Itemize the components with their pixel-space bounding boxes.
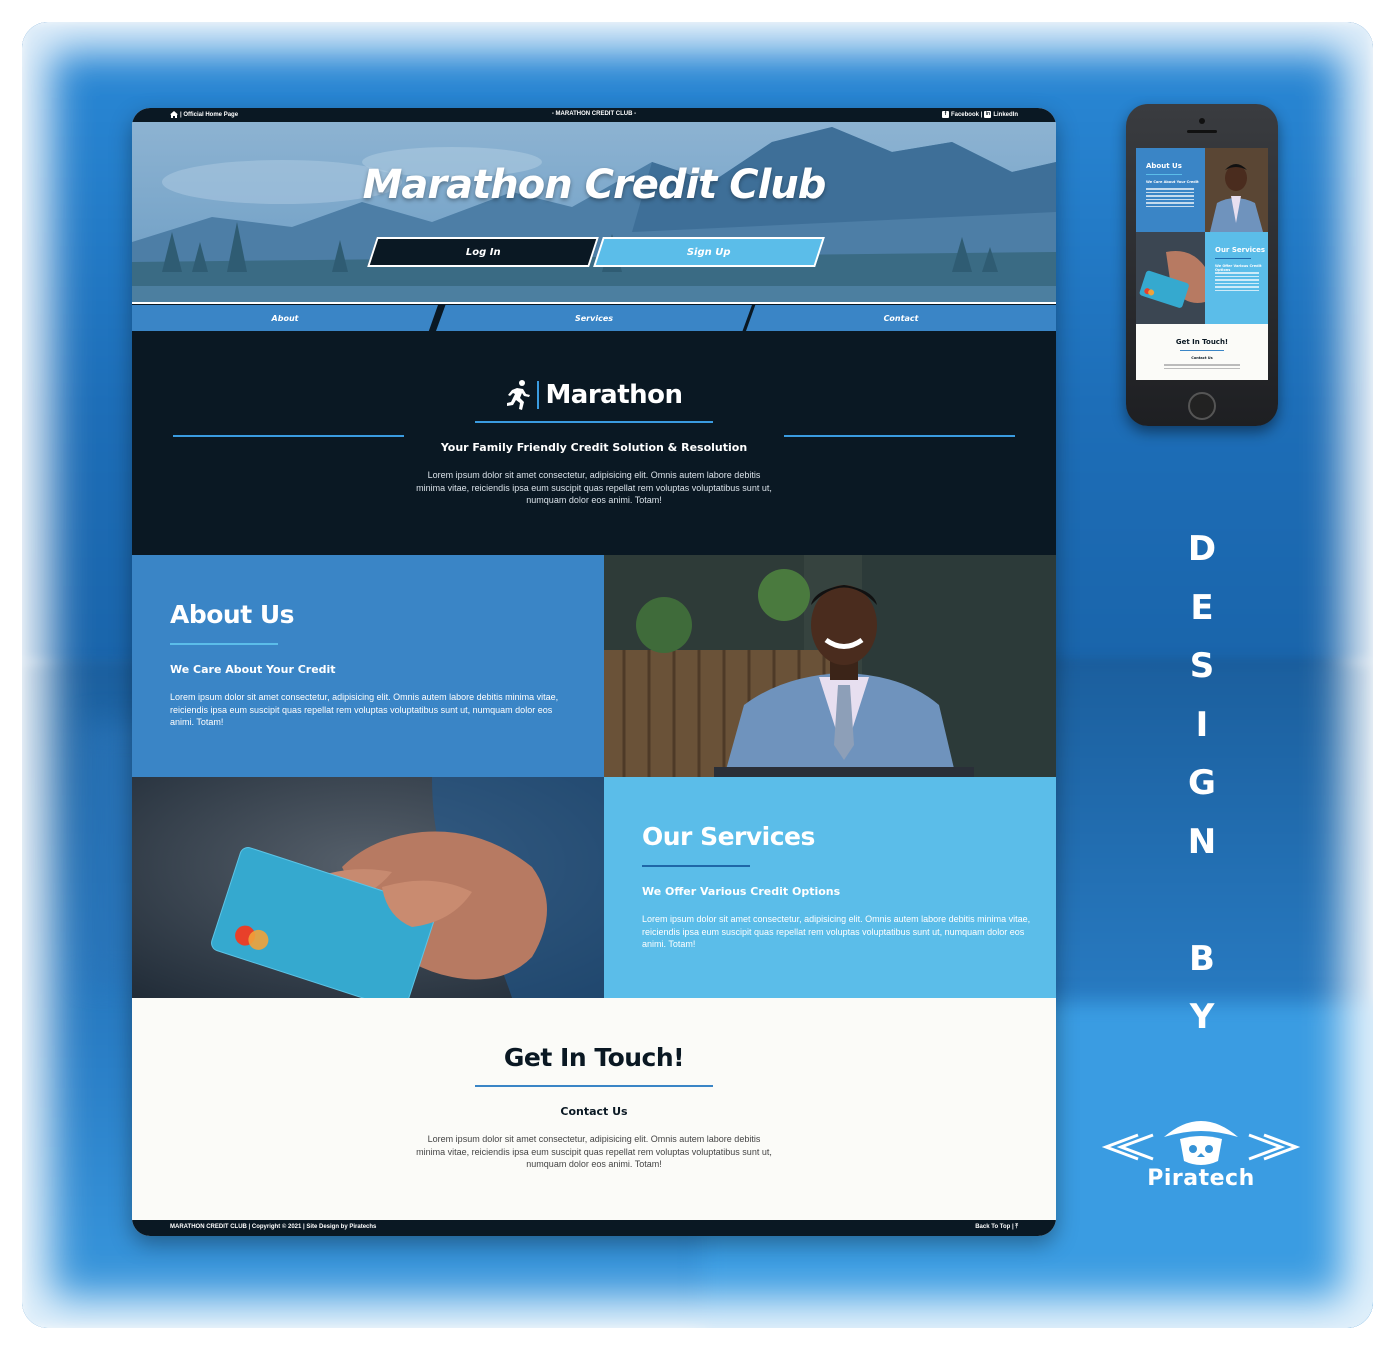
nav-item-services[interactable]: Services [436, 305, 752, 331]
linkedin-link[interactable]: LinkedIn [993, 112, 1018, 118]
login-button-label: Log In [465, 246, 501, 258]
about-title: About Us [170, 600, 295, 629]
mobile-services-section: Our Services We Offer Various Credit Opt… [1205, 232, 1268, 324]
phone-speaker [1187, 130, 1217, 133]
about-subtitle: We Care About Your Credit [170, 663, 336, 676]
contact-paragraph: Lorem ipsum dolor sit amet consectetur, … [416, 1134, 772, 1169]
design-by-vertical-text: D E S I G N B Y [1170, 520, 1234, 1047]
businessman-photo [604, 555, 1056, 777]
phone-home-button [1188, 392, 1216, 420]
contact-section: Get In Touch! Contact Us Lorem ipsum dol… [132, 998, 1056, 1220]
designer-brand-name: Piratech [1147, 1166, 1255, 1191]
services-paragraph: Lorem ipsum dolor sit amet consectetur, … [642, 914, 1031, 949]
footer-copyright: MARATHON CREDIT CLUB | Copyright © 2021 … [170, 1224, 377, 1230]
facebook-link[interactable]: Facebook | [951, 112, 982, 118]
linkedin-icon[interactable]: in [984, 111, 992, 118]
mobile-about-section: About Us We Care About Your Credit [1136, 148, 1205, 232]
design-letter: D [1187, 529, 1217, 569]
brand-logo: Marathon [132, 379, 1056, 411]
contact-title: Get In Touch! [503, 1043, 685, 1072]
design-letter-spacer [1170, 871, 1234, 930]
intro-subtitle: Your Family Friendly Credit Solution & R… [440, 441, 748, 454]
design-letter: E [1190, 587, 1214, 628]
credit-card-photo [132, 777, 604, 998]
top-bar: | Official Home Page - MARATHON CREDIT C… [132, 108, 1056, 122]
back-to-top-link[interactable]: Back To Top | ⤒ [975, 1224, 1018, 1231]
site-footer: MARATHON CREDIT CLUB | Copyright © 2021 … [132, 1220, 1056, 1236]
mobile-services-subtitle: We Offer Various Credit Options [1215, 264, 1262, 272]
nav-item-label: About [271, 313, 299, 323]
hero-title: Marathon Credit Club [362, 162, 827, 208]
runner-icon [507, 380, 531, 410]
signup-button[interactable]: Sign Up [593, 237, 825, 267]
mobile-contact-section: Get In Touch! Contact Us [1136, 324, 1268, 380]
mobile-about-subtitle: We Care About Your Credit [1146, 180, 1199, 184]
phone-screen: About Us We Care About Your Credit Our S… [1136, 148, 1268, 380]
brand-name: Marathon [545, 380, 683, 410]
signup-button-label: Sign Up [687, 246, 731, 258]
design-letter: Y [1189, 997, 1215, 1037]
nav-item-about[interactable]: About [132, 305, 438, 331]
nav-item-label: Services [574, 313, 614, 323]
showcase-stage: | Official Home Page - MARATHON CREDIT C… [0, 0, 1395, 1350]
mobile-credit-card-photo [1136, 232, 1205, 324]
mobile-businessman-photo [1205, 148, 1268, 232]
login-button[interactable]: Log In [367, 237, 599, 267]
contact-subtitle: Contact Us [560, 1105, 628, 1118]
mobile-about-title: About Us [1146, 162, 1182, 170]
hero-banner: Marathon Credit Club Log In Sign Up [132, 122, 1056, 302]
website-desktop-mockup: | Official Home Page - MARATHON CREDIT C… [132, 108, 1056, 1236]
services-title: Our Services [642, 822, 815, 851]
phone-camera [1199, 118, 1205, 124]
design-letter: B [1189, 938, 1215, 979]
main-nav: About Services Contact [132, 302, 1056, 334]
design-letter: N [1187, 821, 1217, 862]
design-letter: S [1189, 646, 1215, 686]
mobile-services-title: Our Services [1215, 246, 1266, 254]
facebook-icon[interactable]: f [941, 111, 949, 118]
mobile-contact-subtitle: Contact Us [1191, 356, 1213, 360]
intro-paragraph: Lorem ipsum dolor sit amet consectetur, … [416, 470, 772, 505]
mountain-landscape-image [132, 122, 1056, 302]
design-letter: G [1188, 763, 1216, 803]
pirate-skull-logo-icon [1101, 1121, 1301, 1165]
mobile-contact-title: Get In Touch! [1175, 338, 1229, 346]
about-paragraph: Lorem ipsum dolor sit amet consectetur, … [170, 692, 559, 727]
phone-mockup: About Us We Care About Your Credit Our S… [1126, 104, 1278, 426]
nav-item-contact[interactable]: Contact [746, 305, 1056, 331]
design-letter: I [1195, 704, 1209, 745]
services-section: Our Services We Offer Various Credit Opt… [604, 777, 1056, 998]
services-subtitle: We Offer Various Credit Options [642, 885, 841, 898]
about-section: About Us We Care About Your Credit Lorem… [132, 555, 604, 777]
nav-item-label: Contact [883, 313, 919, 323]
intro-section: Marathon Your Family Friendly Credit Sol… [132, 334, 1056, 555]
topbar-title: - MARATHON CREDIT CLUB - [551, 111, 637, 117]
